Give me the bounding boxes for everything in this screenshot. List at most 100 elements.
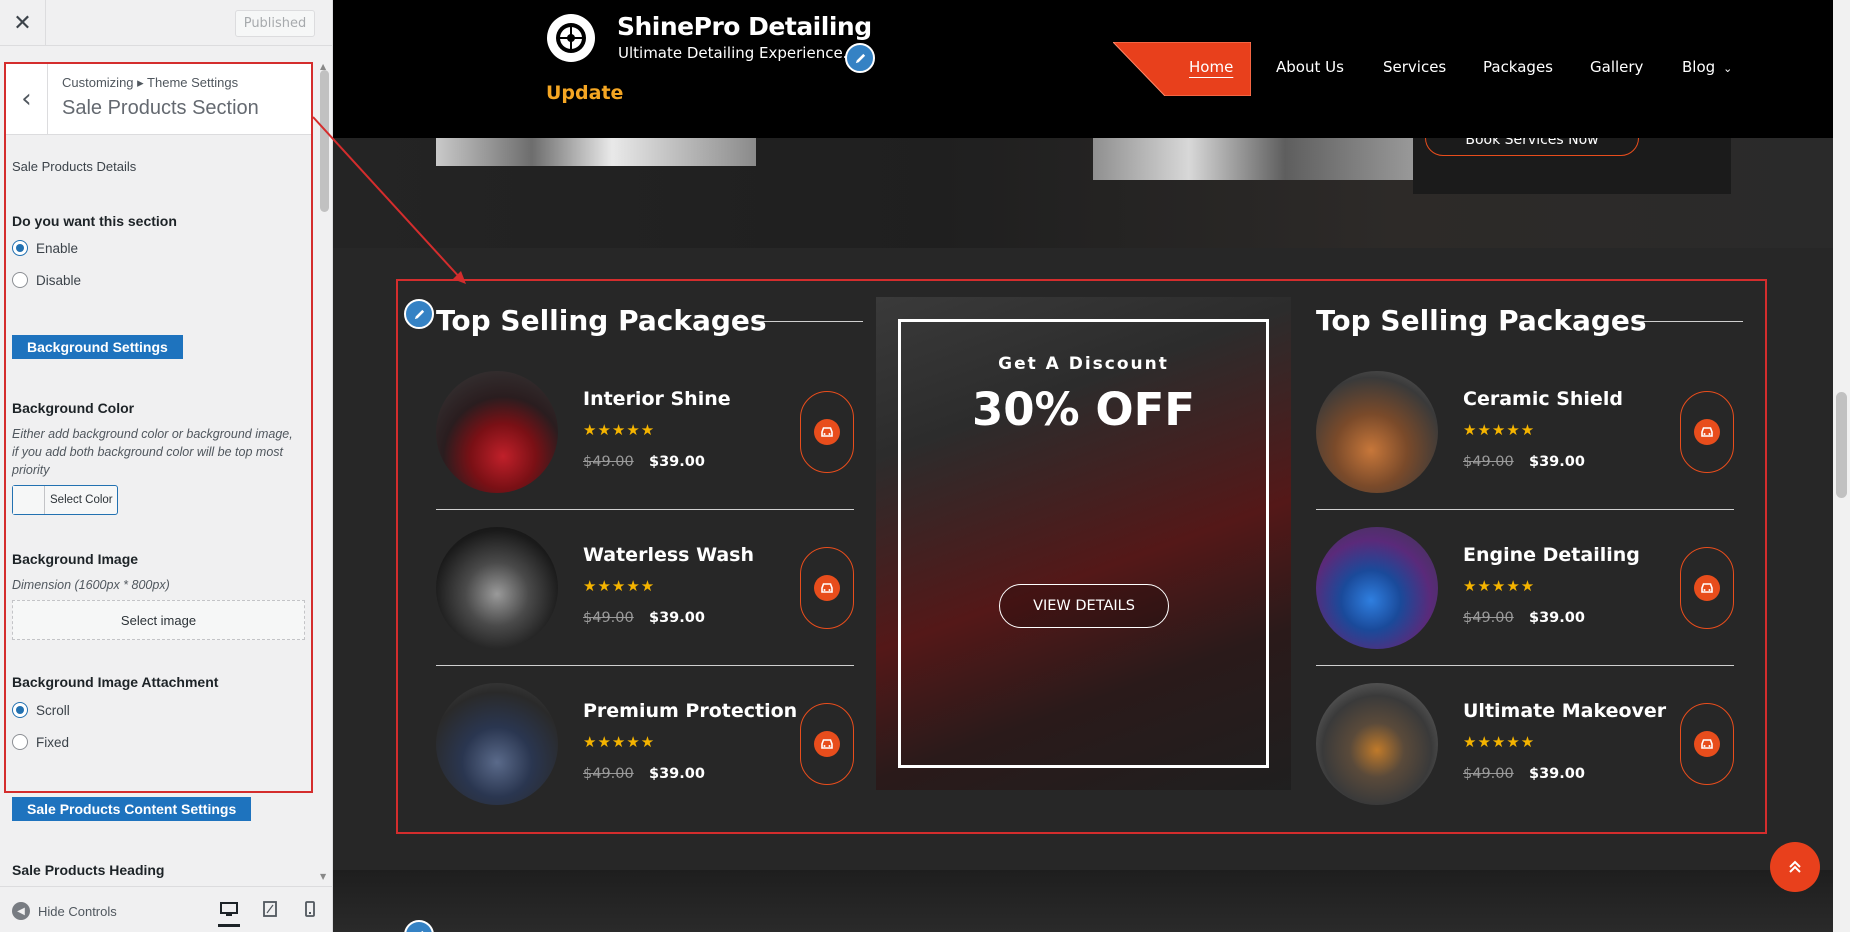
sidebar-scroll-thumb[interactable] xyxy=(320,70,329,212)
car-chat-icon xyxy=(814,419,840,445)
content-settings-button[interactable]: Sale Products Content Settings xyxy=(12,797,252,821)
new-price: $39.00 xyxy=(1529,766,1585,782)
radio-checked-icon[interactable] xyxy=(12,702,28,718)
edit-pencil-icon[interactable] xyxy=(845,43,875,73)
product-cta-button[interactable] xyxy=(1680,391,1734,473)
radio-unchecked-icon[interactable] xyxy=(12,734,28,750)
old-price: $49.00 xyxy=(1463,454,1514,470)
bg-image-dimension: Dimension (1600px * 800px) xyxy=(12,578,170,592)
update-text: Update xyxy=(546,82,624,104)
promo-discount: 30% OFF xyxy=(971,383,1196,436)
old-price: $49.00 xyxy=(583,766,634,782)
nav-home[interactable]: Home xyxy=(1189,58,1233,76)
view-details-button[interactable]: VIEW DETAILS xyxy=(999,584,1169,628)
desktop-preview-icon[interactable] xyxy=(218,895,240,927)
radio-disable[interactable]: Disable xyxy=(12,272,81,288)
row-divider xyxy=(436,509,854,510)
old-price: $49.00 xyxy=(1463,766,1514,782)
new-price: $39.00 xyxy=(649,610,705,626)
radio-scroll-label: Scroll xyxy=(36,702,70,718)
publish-button[interactable]: Published xyxy=(235,10,315,37)
breadcrumb: Customizing ▸ Theme Settings xyxy=(62,75,239,90)
select-image-button[interactable]: Select image xyxy=(12,600,305,640)
mobile-preview-icon[interactable] xyxy=(299,899,321,919)
new-price: $39.00 xyxy=(649,454,705,470)
tablet-preview-icon[interactable] xyxy=(259,899,281,919)
radio-fixed[interactable]: Fixed xyxy=(12,734,69,750)
product-cta-button[interactable] xyxy=(1680,703,1734,785)
heading-line xyxy=(755,321,863,322)
nav-packages[interactable]: Packages xyxy=(1483,58,1553,76)
hide-controls-button[interactable]: ◀ Hide Controls xyxy=(12,902,117,920)
site-brand[interactable]: ShinePro Detailing xyxy=(617,12,872,41)
product-cta-button[interactable] xyxy=(800,547,854,629)
promo-subtitle: Get A Discount xyxy=(998,354,1169,374)
row-divider xyxy=(1316,509,1734,510)
radio-enable[interactable]: Enable xyxy=(12,240,78,256)
old-price: $49.00 xyxy=(583,454,634,470)
nav-about[interactable]: About Us xyxy=(1276,58,1344,76)
product-name[interactable]: Waterless Wash xyxy=(583,544,754,566)
radio-disable-label: Disable xyxy=(36,272,82,288)
customizer-footer: ◀ Hide Controls xyxy=(0,886,332,932)
preview-scroll-thumb[interactable] xyxy=(1836,392,1847,498)
site-header: ShinePro Detailing Ultimate Detailing Ex… xyxy=(333,0,1833,138)
double-chevron-up-icon xyxy=(1789,860,1801,873)
old-price: $49.00 xyxy=(1463,610,1514,626)
logo-wheel-icon[interactable] xyxy=(545,12,597,64)
star-rating: ★★★★★ xyxy=(1463,421,1536,439)
radio-checked-icon[interactable] xyxy=(12,240,28,256)
scroll-down-arrow-icon[interactable]: ▼ xyxy=(320,872,326,881)
product-cta-button[interactable] xyxy=(800,391,854,473)
car-chat-icon xyxy=(1694,731,1720,757)
radio-scroll[interactable]: Scroll xyxy=(12,702,70,718)
back-arrow-icon[interactable]: ‹ xyxy=(6,63,48,135)
car-chat-icon xyxy=(1694,419,1720,445)
heading-line xyxy=(1635,321,1743,322)
enable-question: Do you want this section xyxy=(12,213,177,229)
product-image[interactable] xyxy=(1316,371,1438,493)
product-image[interactable] xyxy=(436,371,558,493)
product-image[interactable] xyxy=(436,527,558,649)
edit-pencil-icon[interactable] xyxy=(404,299,434,329)
section-title: Sale Products Section xyxy=(62,97,259,119)
product-cta-button[interactable] xyxy=(800,703,854,785)
nav-services[interactable]: Services xyxy=(1383,58,1446,76)
chevron-down-icon: ⌄ xyxy=(1723,62,1733,75)
product-name[interactable]: Ceramic Shield xyxy=(1463,388,1623,410)
nav-gallery[interactable]: Gallery xyxy=(1590,58,1643,76)
star-rating: ★★★★★ xyxy=(583,733,656,751)
product-name[interactable]: Premium Protection xyxy=(583,700,797,722)
site-preview: Book Services Now ShinePro Detailing Ult… xyxy=(333,0,1850,932)
product-cta-button[interactable] xyxy=(1680,547,1734,629)
background-settings-button[interactable]: Background Settings xyxy=(12,335,183,359)
star-rating: ★★★★★ xyxy=(1463,733,1536,751)
row-divider xyxy=(436,665,854,666)
star-rating: ★★★★★ xyxy=(583,577,656,595)
new-price: $39.00 xyxy=(649,766,705,782)
attachment-label: Background Image Attachment xyxy=(12,674,219,690)
product-image[interactable] xyxy=(436,683,558,805)
row-divider xyxy=(1316,665,1734,666)
service-image xyxy=(1093,138,1413,180)
color-swatch[interactable] xyxy=(13,486,45,514)
select-color-button[interactable]: Select Color xyxy=(12,485,118,515)
radio-fixed-label: Fixed xyxy=(36,734,70,750)
bg-image-label: Background Image xyxy=(12,551,139,567)
customizer-sidebar: ✕ Published ▲ ▼ ‹ Customizing ▸ Theme Se… xyxy=(0,0,333,932)
star-rating: ★★★★★ xyxy=(583,421,656,439)
product-name[interactable]: Engine Detailing xyxy=(1463,544,1640,566)
product-image[interactable] xyxy=(1316,683,1438,805)
car-chat-icon xyxy=(1694,575,1720,601)
hide-controls-label: Hide Controls xyxy=(38,903,117,919)
nav-blog[interactable]: Blog ⌄ xyxy=(1682,58,1732,76)
close-icon[interactable]: ✕ xyxy=(0,0,46,46)
section-header: ‹ Customizing ▸ Theme Settings Sale Prod… xyxy=(6,63,312,135)
radio-unchecked-icon[interactable] xyxy=(12,272,28,288)
scroll-to-top-button[interactable] xyxy=(1770,842,1820,892)
product-name[interactable]: Interior Shine xyxy=(583,388,731,410)
nav-blog-label: Blog xyxy=(1682,58,1716,76)
product-name[interactable]: Ultimate Makeover xyxy=(1463,700,1666,722)
product-image[interactable] xyxy=(1316,527,1438,649)
next-section-bg xyxy=(333,870,1850,932)
